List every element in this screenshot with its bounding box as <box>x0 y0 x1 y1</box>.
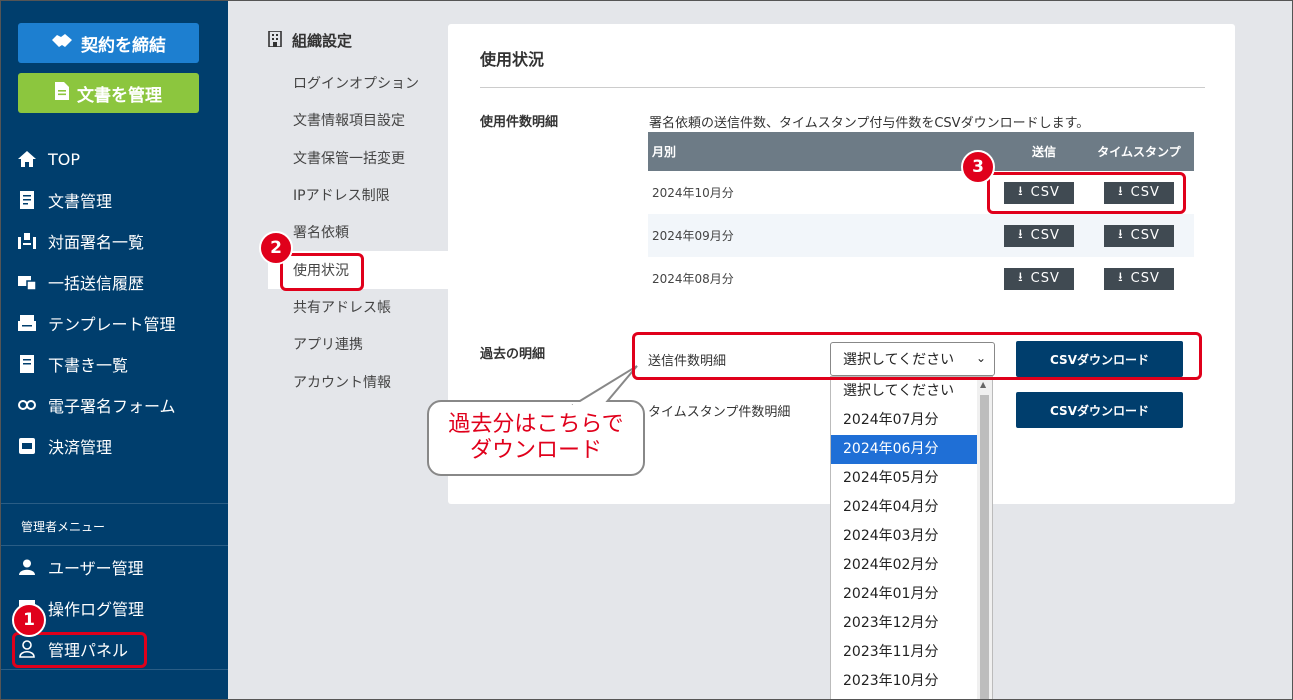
usage-detail-label: 使用件数明細 <box>480 115 559 130</box>
bulk-send-icon <box>18 273 36 291</box>
month-cell: 2024年08月分 <box>652 272 734 286</box>
settings-ip-restriction[interactable]: IPアドレス制限 <box>293 183 390 207</box>
step-badge-2: 2 <box>259 231 293 265</box>
divider <box>1 503 228 504</box>
nav-face-sign-list[interactable]: 対面署名一覧 <box>18 226 144 256</box>
settings-signature-request[interactable]: 署名依頼 <box>293 220 349 244</box>
contract-button[interactable]: 契約を締結 <box>18 23 199 63</box>
timestamp-detail-label: タイムスタンプ件数明細 <box>648 405 791 420</box>
csv-timestamp-button[interactable]: ⭳ CSV <box>1104 267 1174 290</box>
divider <box>480 87 1205 88</box>
callout-line: ダウンロード <box>469 438 602 463</box>
nav-bulk-send-history[interactable]: 一括送信履歴 <box>18 267 144 297</box>
settings-app-integration[interactable]: アプリ連携 <box>293 332 363 356</box>
payment-icon <box>18 437 36 455</box>
month-cell: 2024年09月分 <box>648 214 964 257</box>
dropdown-option[interactable]: 2024年01月分 <box>831 580 977 609</box>
download-icon: ⭳ <box>1018 226 1024 242</box>
divider <box>1 669 228 670</box>
dropdown-option-selected[interactable]: 2024年06月分 <box>831 435 977 464</box>
month-dropdown-list[interactable]: 選択してください 2024年07月分 2024年06月分 2024年05月分 2… <box>830 376 993 700</box>
table-header-row: 月別 送信 タイムスタンプ <box>648 132 1194 171</box>
divider <box>1 545 228 546</box>
page-title: 使用状況 <box>480 50 545 69</box>
manage-docs-button[interactable]: 文書を管理 <box>18 73 199 113</box>
dropdown-option[interactable]: 2023年12月分 <box>831 609 977 638</box>
settings-login-option[interactable]: ログインオプション <box>293 71 419 95</box>
nav-template-management[interactable]: テンプレート管理 <box>18 308 176 338</box>
handshake-icon <box>51 32 73 55</box>
dropdown-option[interactable]: 2024年03月分 <box>831 522 977 551</box>
dropdown-option[interactable]: 2023年11月分 <box>831 638 977 667</box>
scroll-up-icon[interactable]: ▲ <box>980 380 986 389</box>
settings-title: 組織設定 <box>268 29 352 51</box>
dropdown-option[interactable]: 2024年02月分 <box>831 551 977 580</box>
col-timestamp: タイムスタンプ <box>1084 132 1194 171</box>
dropdown-scrollbar[interactable]: ▲ <box>977 377 992 699</box>
nav-e-sign-form[interactable]: 電子署名フォーム <box>18 390 176 420</box>
face-sign-icon <box>18 232 36 250</box>
nav-top[interactable]: TOP <box>18 144 80 174</box>
sidebar: 契約を締結 文書を管理 TOP 文書管理 対面署名一覧 一括送信履歴 テンプレー… <box>1 1 228 699</box>
col-month: 月別 <box>648 132 964 171</box>
link-icon <box>18 396 36 414</box>
dropdown-option[interactable]: 2024年07月分 <box>831 406 977 435</box>
download-icon: ⭳ <box>1118 269 1124 285</box>
download-icon: ⭳ <box>1118 226 1124 242</box>
highlight-csv-buttons <box>987 172 1186 214</box>
highlight-past-detail-row <box>632 332 1202 380</box>
timestamp-csv-download-button[interactable]: CSVダウンロード <box>1016 392 1183 428</box>
highlight-usage-status <box>280 253 364 291</box>
usage-description: 署名依頼の送信件数、タイムスタンプ付与件数をCSVダウンロードします。 <box>649 116 1090 131</box>
step-badge-3: 3 <box>961 150 995 184</box>
dropdown-option[interactable]: 2024年05月分 <box>831 464 977 493</box>
table-row: 2024年08月分 ⭳ CSV ⭳ CSV <box>648 257 1194 300</box>
download-icon: ⭳ <box>1018 269 1024 285</box>
home-icon <box>18 150 36 168</box>
dropdown-option[interactable]: 2023年10月分 <box>831 667 977 696</box>
csv-send-button[interactable]: ⭳ CSV <box>1004 224 1074 247</box>
dropdown-option[interactable]: 2024年04月分 <box>831 493 977 522</box>
settings-doc-storage-bulk[interactable]: 文書保管一括変更 <box>293 146 405 170</box>
nav-draft-list[interactable]: 下書き一覧 <box>18 349 128 379</box>
nav-document-management[interactable]: 文書管理 <box>18 185 112 215</box>
table-row: 2024年09月分 ⭳ CSV ⭳ CSV <box>648 214 1194 257</box>
past-detail-label: 過去の明細 <box>480 347 546 362</box>
document-icon <box>18 191 36 209</box>
month-cell: 2024年10月分 <box>652 186 734 200</box>
user-icon <box>18 558 36 576</box>
building-icon <box>268 29 282 51</box>
settings-account-info[interactable]: アカウント情報 <box>293 370 391 394</box>
template-icon <box>18 314 36 332</box>
scrollbar-thumb[interactable] <box>980 395 989 699</box>
csv-send-button[interactable]: ⭳ CSV <box>1004 267 1074 290</box>
step-badge-1: 1 <box>12 603 46 637</box>
settings-menu: 組織設定 ログインオプション 文書情報項目設定 文書保管一括変更 IPアドレス制… <box>228 0 448 700</box>
usage-table: 月別 送信 タイムスタンプ 2024年10月分 ⭳ CSV ⭳ CSV 2024年0… <box>648 132 1194 300</box>
file-icon <box>55 81 69 105</box>
draft-icon <box>18 355 36 373</box>
csv-timestamp-button[interactable]: ⭳ CSV <box>1104 224 1174 247</box>
nav-payment-management[interactable]: 決済管理 <box>18 431 112 461</box>
highlight-admin-panel <box>12 632 147 668</box>
dropdown-option[interactable]: 選択してください <box>831 377 977 406</box>
settings-shared-address-book[interactable]: 共有アドレス帳 <box>293 295 391 319</box>
settings-doc-info-fields[interactable]: 文書情報項目設定 <box>293 108 405 132</box>
nav-user-management[interactable]: ユーザー管理 <box>18 552 144 582</box>
admin-menu-label: 管理者メニュー <box>21 520 106 534</box>
